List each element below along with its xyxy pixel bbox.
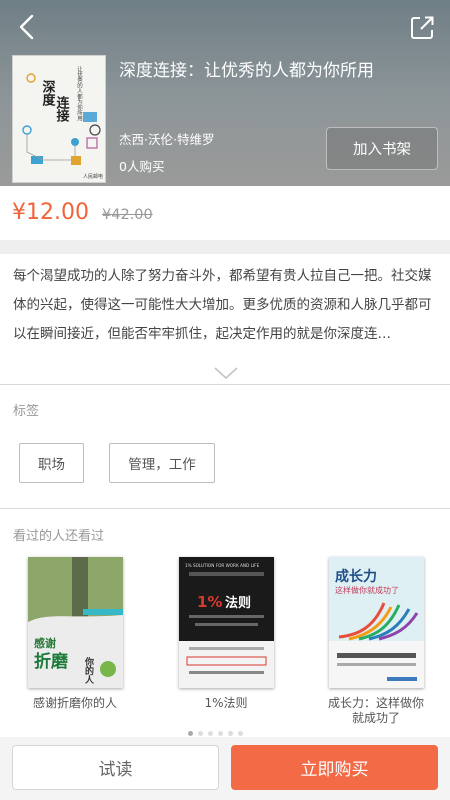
- svg-text:折磨: 折磨: [34, 651, 69, 672]
- book-author[interactable]: 杰西·沃伦·特维罗: [119, 129, 214, 148]
- page-dot[interactable]: [228, 731, 233, 736]
- recommended-book[interactable]: 感谢 折磨 你的人 感谢折磨你的人: [25, 557, 125, 711]
- trial-read-button[interactable]: 试读: [12, 745, 219, 790]
- svg-text:让优秀的人都为你所用: 让优秀的人都为你所用: [76, 65, 83, 123]
- book-cover[interactable]: 深度 连接 让优秀的人都为你所用 人民邮电: [12, 55, 106, 183]
- tag-item[interactable]: 管理，工作: [109, 443, 215, 483]
- page-dot[interactable]: [238, 731, 243, 736]
- recommended-book-cover: 成长力 这样做你就成功了: [328, 557, 424, 688]
- recommended-book-title: 1%法则: [204, 696, 248, 710]
- add-to-shelf-button[interactable]: 加入书架: [326, 127, 438, 170]
- divider: [0, 508, 450, 509]
- back-button[interactable]: [12, 12, 42, 42]
- section-gap: [0, 240, 450, 254]
- carousel-dots: [188, 731, 243, 736]
- recommendations-label: 看过的人还看过: [13, 529, 105, 544]
- svg-text:这样做你就成功了: 这样做你就成功了: [335, 585, 399, 595]
- original-price: ¥42.00: [102, 207, 153, 223]
- recommended-book-cover: 1% SOLUTION FOR WORK AND LIFE 1% 法则: [178, 557, 274, 688]
- bottom-action-bar: 试读 立即购买: [0, 737, 450, 800]
- svg-text:你的人: 你的人: [83, 656, 95, 684]
- buyer-count: 0人购买: [119, 159, 165, 174]
- svg-text:成长力: 成长力: [335, 568, 377, 585]
- buy-now-button[interactable]: 立即购买: [231, 745, 438, 790]
- expand-description-button[interactable]: [214, 365, 238, 380]
- tag-item[interactable]: 职场: [19, 443, 84, 483]
- page-dot[interactable]: [198, 731, 203, 736]
- share-button[interactable]: [408, 14, 436, 42]
- recommended-book-title: 成长力：这样做你就成功了: [327, 696, 424, 725]
- price-row: ¥12.00 ¥42.00: [0, 186, 450, 240]
- chevron-down-icon: [214, 367, 238, 380]
- page-dot[interactable]: [208, 731, 213, 736]
- current-price: ¥12.00: [12, 200, 89, 225]
- svg-text:1%: 1%: [197, 593, 222, 611]
- svg-text:人民邮电: 人民邮电: [83, 173, 103, 180]
- recommended-book[interactable]: 成长力 这样做你就成功了 成长力：这样做你就成功了: [326, 557, 426, 726]
- svg-text:感谢: 感谢: [34, 636, 56, 650]
- book-description: 每个渴望成功的人除了努力奋斗外，都希望有贵人拉自己一把。社交媒体的兴起，使得这一…: [13, 268, 432, 342]
- divider: [0, 384, 450, 385]
- svg-text:法则: 法则: [225, 595, 251, 611]
- tags-label: 标签: [13, 404, 40, 419]
- header-toolbar: [0, 10, 450, 44]
- page-dot[interactable]: [218, 731, 223, 736]
- book-header: 深度 连接 让优秀的人都为你所用 人民邮电 深度连接：让优秀的人都为你所用 杰西…: [0, 0, 450, 186]
- svg-text:连接: 连接: [54, 95, 70, 123]
- page-dot[interactable]: [188, 731, 193, 736]
- recommended-book[interactable]: 1% SOLUTION FOR WORK AND LIFE 1% 法则 1%法则: [176, 557, 276, 711]
- back-arrow-icon: [19, 14, 34, 40]
- recommended-book-title: 感谢折磨你的人: [32, 696, 117, 710]
- recommended-book-cover: 感谢 折磨 你的人: [27, 557, 123, 688]
- share-icon: [411, 16, 434, 39]
- book-title: 深度连接：让优秀的人都为你所用: [119, 61, 374, 81]
- svg-text:1% SOLUTION FOR WORK AND LIFE: 1% SOLUTION FOR WORK AND LIFE: [185, 563, 260, 568]
